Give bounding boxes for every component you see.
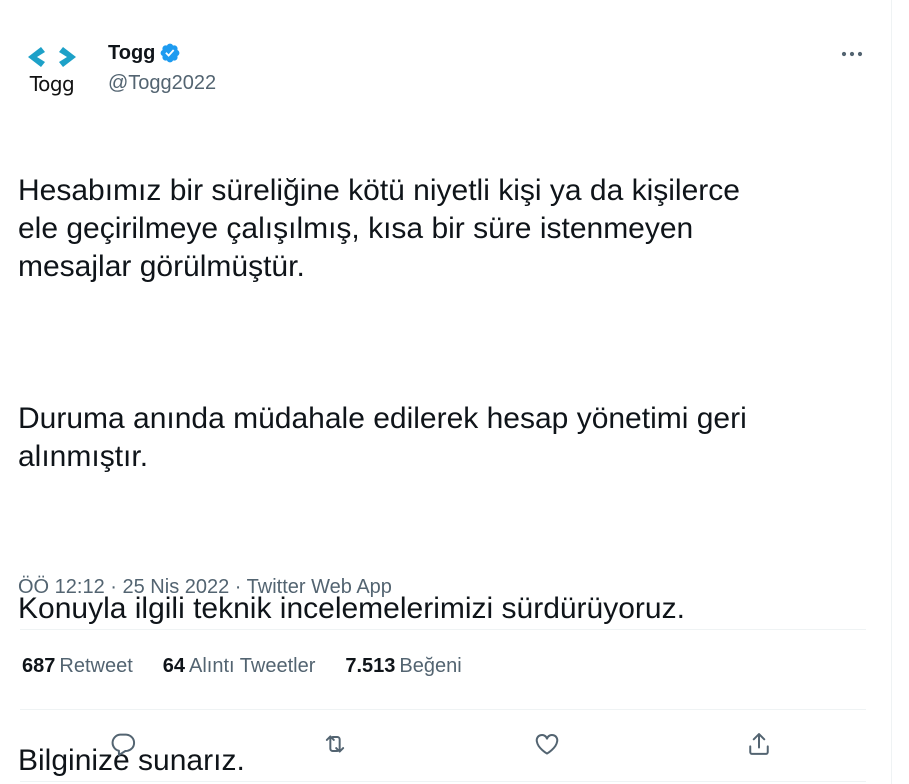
like-button[interactable]: [525, 722, 569, 766]
divider: [20, 709, 866, 710]
tweet-paragraph: Duruma anında müdahale edilerek hesap yö…: [18, 402, 747, 473]
column-border: [891, 0, 892, 784]
like-count: 7.513: [345, 655, 396, 677]
divider: [20, 781, 866, 782]
retweet-icon: [325, 735, 345, 753]
avatar-logo-text: Togg: [29, 72, 75, 96]
quote-label: Alıntı Tweetler: [189, 655, 316, 677]
quotes-stat[interactable]: 64 Alıntı Tweetler: [163, 655, 316, 678]
divider: [20, 629, 866, 630]
share-button[interactable]: [737, 722, 781, 766]
tweet-metadata: ÖÖ 12:12 · 25 Nis 2022 · Twitter Web App: [18, 576, 392, 599]
retweets-stat[interactable]: 687 Retweet: [22, 655, 133, 678]
quote-count: 64: [162, 655, 185, 677]
verified-badge-icon: [160, 43, 180, 63]
display-name[interactable]: Togg: [108, 42, 155, 65]
tweet-header: Togg Togg @Togg2022: [20, 36, 870, 106]
retweet-button[interactable]: [313, 722, 357, 766]
tweet-time-link[interactable]: ÖÖ 12:12 · 25 Nis 2022: [18, 576, 229, 598]
tweet-date: 25 Nis 2022: [122, 576, 230, 598]
avatar[interactable]: Togg: [20, 40, 84, 104]
reply-button[interactable]: [101, 722, 145, 766]
tweet-source-link[interactable]: Twitter Web App: [247, 576, 392, 598]
retweet-count: 687: [22, 655, 56, 677]
meta-separator: ·: [229, 576, 247, 598]
tweet-text: Hesabımız bir süreliğine kötü niyetli ki…: [18, 134, 868, 784]
user-handle[interactable]: @Togg2022: [108, 72, 216, 95]
retweet-label: Retweet: [59, 655, 133, 677]
engagement-stats: 687 Retweet 64 Alıntı Tweetler 7.513 Beğeni: [22, 655, 492, 678]
like-label: Beğeni: [399, 655, 462, 677]
more-dots-icon: [841, 51, 863, 57]
more-options-button[interactable]: [832, 36, 872, 72]
togg-logo-icon: [28, 47, 76, 67]
like-icon: [535, 734, 559, 755]
user-info: Togg @Togg2022: [108, 40, 216, 95]
tweet-time: ÖÖ 12:12: [18, 576, 105, 598]
share-icon: [749, 733, 769, 755]
reply-icon: [111, 733, 135, 757]
meta-separator: ·: [104, 576, 123, 598]
likes-stat[interactable]: 7.513 Beğeni: [345, 655, 461, 678]
tweet-paragraph: Hesabımız bir süreliğine kötü niyetli ki…: [18, 174, 740, 283]
tweet-actions: [0, 722, 909, 766]
